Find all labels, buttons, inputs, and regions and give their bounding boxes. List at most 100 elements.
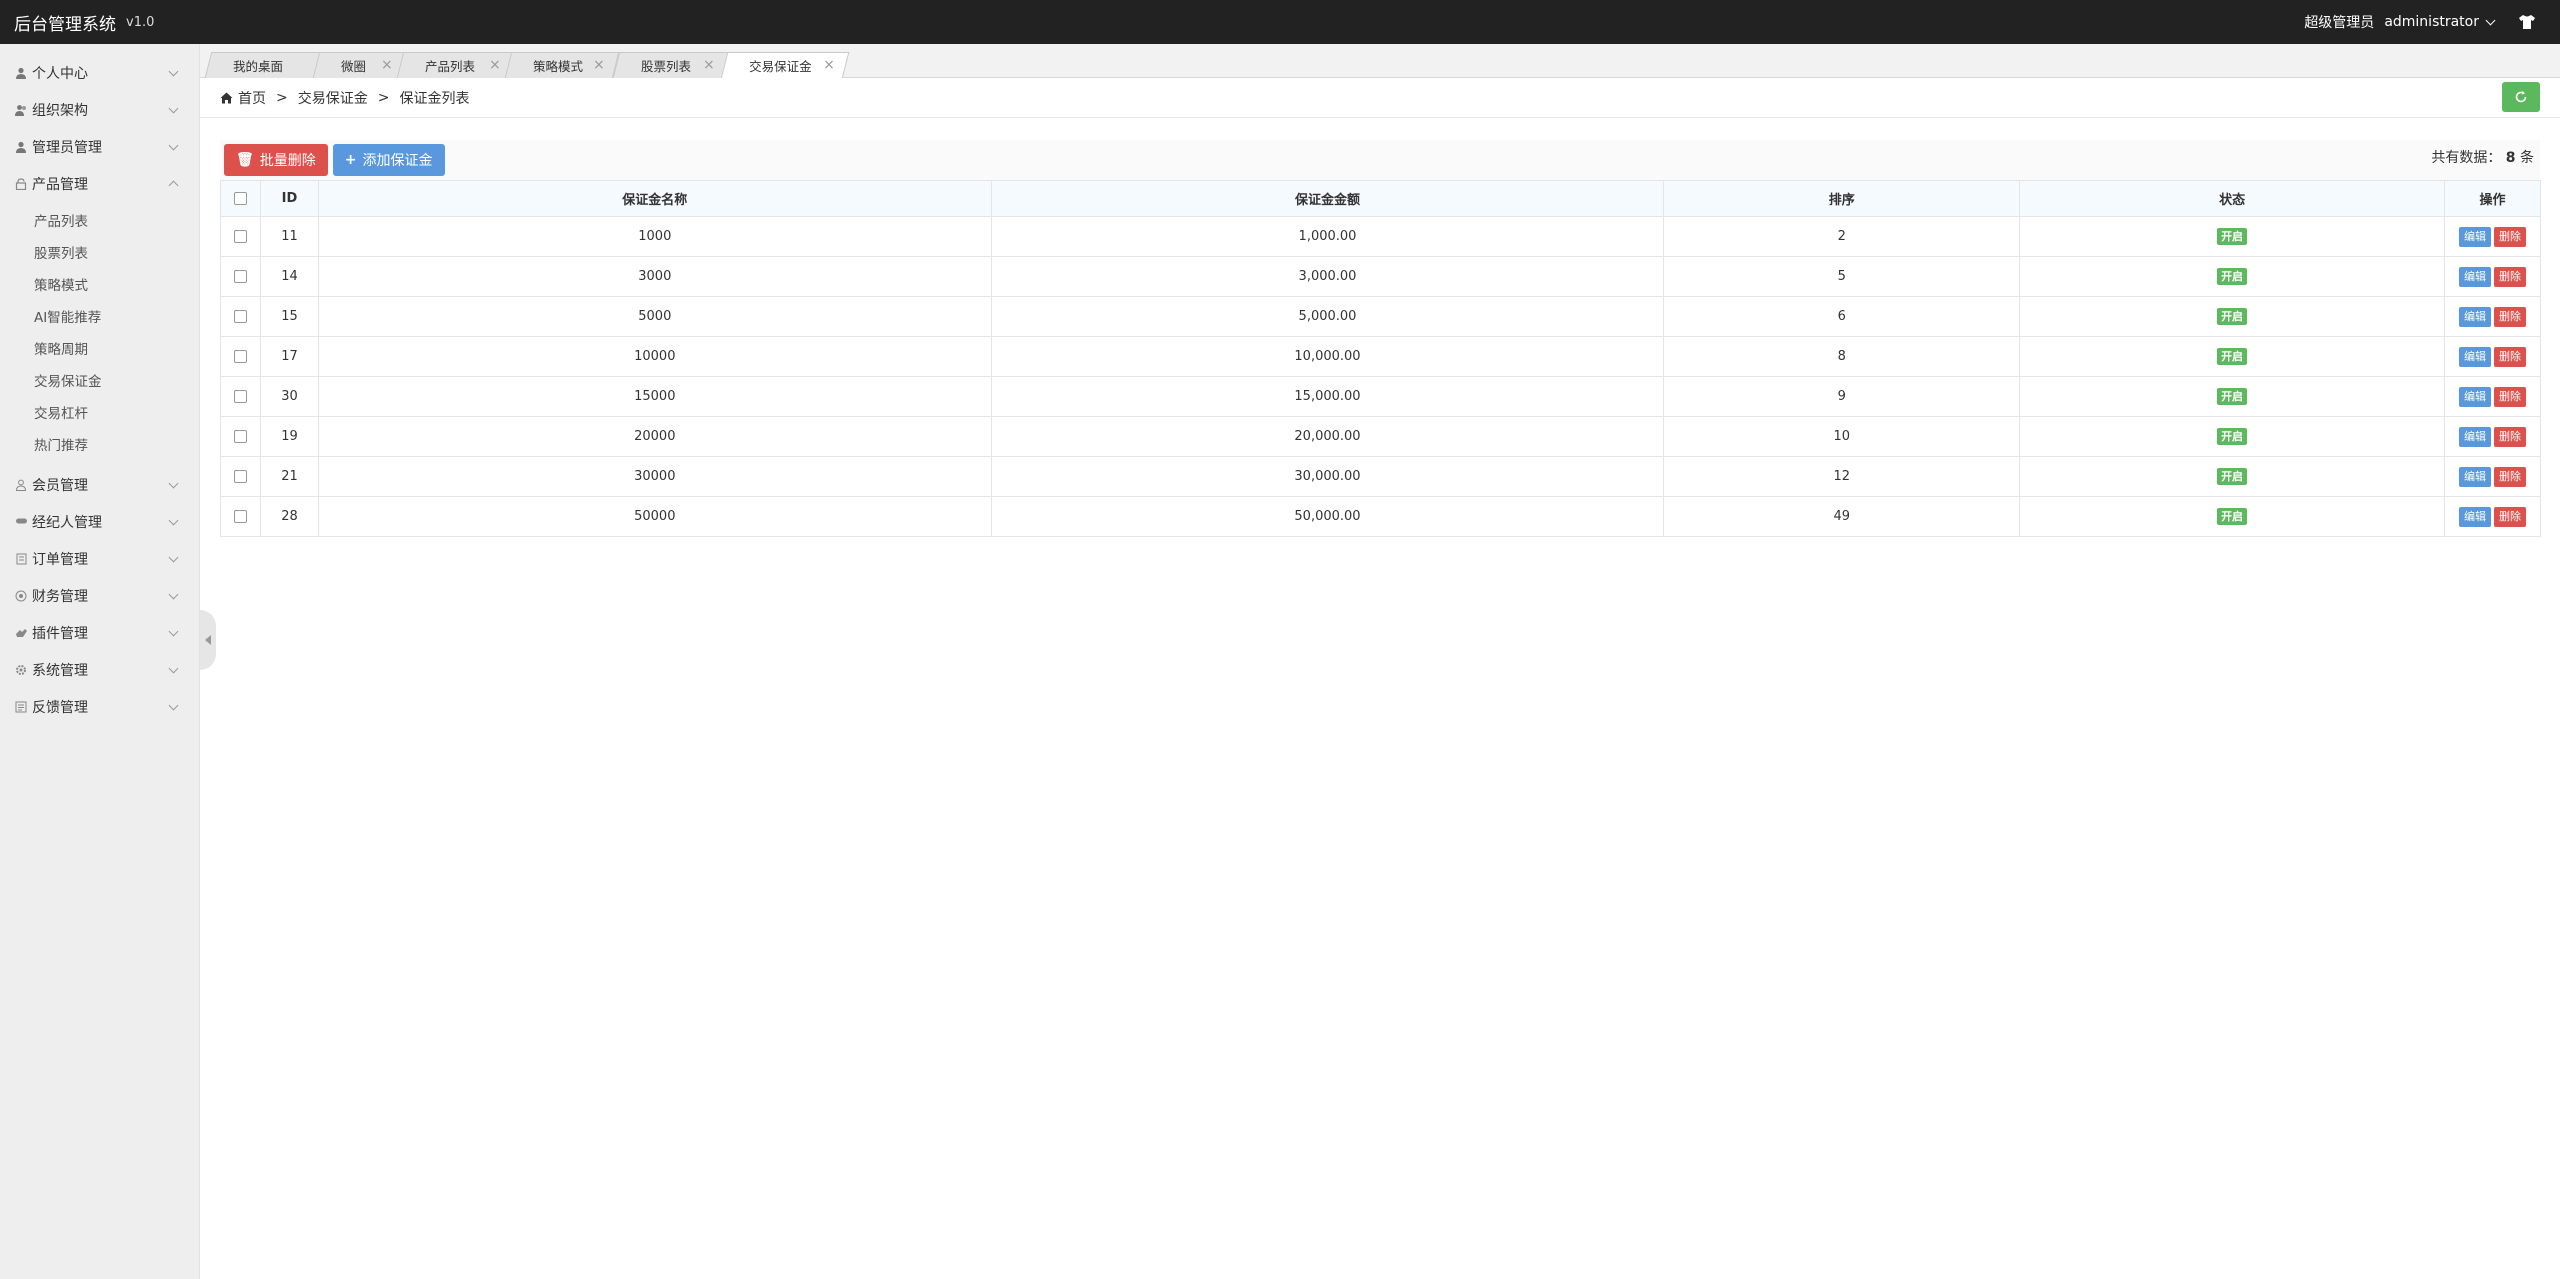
delete-button[interactable]: 删除 xyxy=(2493,266,2526,287)
close-icon[interactable]: × xyxy=(381,57,393,73)
delete-button[interactable]: 删除 xyxy=(2493,426,2526,447)
close-icon[interactable]: × xyxy=(489,57,501,73)
tab-label: 产品列表 xyxy=(425,58,476,74)
batch-delete-button[interactable]: 🗑 批量删除 xyxy=(224,144,328,176)
edit-button[interactable]: 编辑 xyxy=(2458,506,2491,527)
user-area: 超级管理员 administrator xyxy=(2304,0,2536,44)
chevron-down-icon xyxy=(168,478,179,489)
submenu-item-ai-recommend[interactable]: AI智能推荐 xyxy=(0,302,199,334)
edit-button[interactable]: 编辑 xyxy=(2458,426,2491,447)
submenu-item-trade-margin[interactable]: 交易保证金 xyxy=(0,366,199,398)
cell-sort: 6 xyxy=(1663,296,2021,337)
delete-button[interactable]: 删除 xyxy=(2493,346,2526,367)
close-icon[interactable]: × xyxy=(823,57,835,73)
breadcrumb-home[interactable]: 首页 xyxy=(238,88,266,108)
product-submenu: 产品列表 股票列表 策略模式 AI智能推荐 策略周期 交易保证金 交易杠杆 热门… xyxy=(0,202,199,466)
submenu-item-strategy-cycle[interactable]: 策略周期 xyxy=(0,334,199,366)
col-sort: 排序 xyxy=(1663,180,2021,217)
delete-button[interactable]: 删除 xyxy=(2493,226,2526,247)
caret-left-icon xyxy=(205,635,211,645)
cell-amount: 50,000.00 xyxy=(990,496,1665,537)
hand-icon xyxy=(14,626,28,640)
submenu-item-hot-recommend[interactable]: 热门推荐 xyxy=(0,430,199,462)
cell-sort: 10 xyxy=(1663,416,2021,457)
table-row: 17 10000 10,000.00 8 开启 编辑 删除 xyxy=(220,336,2542,377)
user-menu[interactable]: administrator xyxy=(2384,14,2496,30)
breadcrumb-separator: > xyxy=(276,89,288,106)
breadcrumb-level1[interactable]: 交易保证金 xyxy=(298,88,368,108)
cell-name: 50000 xyxy=(317,496,992,537)
submenu-item-stock-list[interactable]: 股票列表 xyxy=(0,238,199,270)
file-icon xyxy=(14,552,28,566)
edit-button[interactable]: 编辑 xyxy=(2458,466,2491,487)
cell-amount: 3,000.00 xyxy=(990,256,1665,297)
submenu-item-trade-leverage[interactable]: 交易杠杆 xyxy=(0,398,199,430)
sidebar-item-products[interactable]: 产品管理 xyxy=(0,165,199,202)
edit-button[interactable]: 编辑 xyxy=(2458,346,2491,367)
cell-actions: 编辑 删除 xyxy=(2443,376,2542,417)
row-checkbox[interactable] xyxy=(233,430,247,443)
close-icon[interactable]: × xyxy=(703,57,715,73)
refresh-icon xyxy=(2515,91,2527,103)
refresh-button[interactable] xyxy=(2502,82,2540,112)
sidebar-item-members[interactable]: 会员管理 xyxy=(0,466,199,503)
submenu-item-product-list[interactable]: 产品列表 xyxy=(0,206,199,238)
total-count: 共有数据： 8 条 xyxy=(2431,147,2534,167)
edit-button[interactable]: 编辑 xyxy=(2458,226,2491,247)
user-icon xyxy=(14,140,28,154)
tab-my-desktop[interactable]: 我的桌面 xyxy=(204,52,324,78)
edit-button[interactable]: 编辑 xyxy=(2458,266,2491,287)
row-checkbox[interactable] xyxy=(233,350,247,363)
add-margin-button[interactable]: + 添加保证金 xyxy=(332,144,445,176)
row-checkbox[interactable] xyxy=(233,230,247,243)
row-checkbox[interactable] xyxy=(233,510,247,523)
tab-weiquan[interactable]: 微圈 × xyxy=(312,52,408,78)
sidebar-item-personal[interactable]: 个人中心 xyxy=(0,54,199,91)
tab-stock-list[interactable]: 股票列表 × xyxy=(612,52,730,78)
sidebar-item-feedback[interactable]: 反馈管理 xyxy=(0,688,199,725)
cell-name: 30000 xyxy=(317,456,992,497)
table-header-row: ID 保证金名称 保证金金额 排序 状态 操作 xyxy=(220,180,2542,217)
row-select-cell xyxy=(220,496,261,537)
edit-button[interactable]: 编辑 xyxy=(2458,386,2491,407)
row-checkbox[interactable] xyxy=(233,270,247,283)
tab-strategy-mode[interactable]: 策略模式 × xyxy=(504,52,620,78)
select-all-checkbox[interactable] xyxy=(233,192,247,205)
app-title[interactable]: 后台管理系统 xyxy=(14,10,116,35)
submenu-item-strategy-mode[interactable]: 策略模式 xyxy=(0,270,199,302)
cell-name: 10000 xyxy=(317,336,992,377)
cell-amount: 5,000.00 xyxy=(990,296,1665,337)
tabs-bar: 我的桌面 微圈 × 产品列表 × 策略模式 × 股票列表 × 交易保证金 × xyxy=(200,44,2560,79)
sidebar-item-plugins[interactable]: 插件管理 xyxy=(0,614,199,651)
cell-id: 21 xyxy=(259,456,319,497)
delete-button[interactable]: 删除 xyxy=(2493,306,2526,327)
sidebar-collapse-handle[interactable] xyxy=(200,610,216,670)
sidebar-item-finance[interactable]: 财务管理 xyxy=(0,577,199,614)
sidebar-item-admins[interactable]: 管理员管理 xyxy=(0,128,199,165)
cell-name: 1000 xyxy=(317,216,992,257)
delete-button[interactable]: 删除 xyxy=(2493,466,2526,487)
cell-amount: 20,000.00 xyxy=(990,416,1665,457)
sidebar-item-organization[interactable]: 组织架构 xyxy=(0,91,199,128)
tab-product-list[interactable]: 产品列表 × xyxy=(396,52,516,78)
chevron-down-icon xyxy=(168,103,179,114)
cell-id: 17 xyxy=(259,336,319,377)
table-row: 21 30000 30,000.00 12 开启 编辑 删除 xyxy=(220,456,2542,497)
cell-status: 开启 xyxy=(2019,216,2445,257)
delete-button[interactable]: 删除 xyxy=(2493,506,2526,527)
row-checkbox[interactable] xyxy=(233,310,247,323)
status-badge: 开启 xyxy=(2217,468,2248,485)
sidebar-item-brokers[interactable]: 经纪人管理 xyxy=(0,503,199,540)
sidebar-item-label: 管理员管理 xyxy=(32,139,102,156)
sidebar-item-orders[interactable]: 订单管理 xyxy=(0,540,199,577)
close-icon[interactable]: × xyxy=(593,57,605,73)
tshirt-icon[interactable] xyxy=(2518,14,2536,30)
tab-trade-margin[interactable]: 交易保证金 × xyxy=(720,52,850,79)
delete-button[interactable]: 删除 xyxy=(2493,386,2526,407)
cell-sort: 8 xyxy=(1663,336,2021,377)
row-checkbox[interactable] xyxy=(233,470,247,483)
row-checkbox[interactable] xyxy=(233,390,247,403)
chevron-down-icon xyxy=(2485,15,2496,25)
edit-button[interactable]: 编辑 xyxy=(2458,306,2491,327)
sidebar-item-system[interactable]: 系统管理 xyxy=(0,651,199,688)
